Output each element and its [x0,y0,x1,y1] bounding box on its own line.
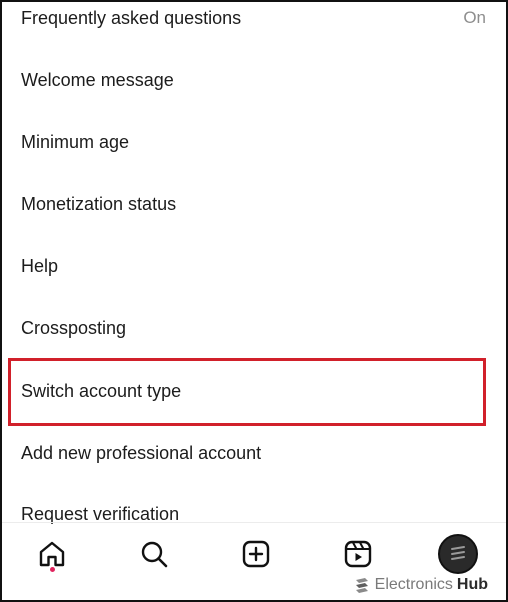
search-icon [141,541,168,568]
switch-account-type-label: Switch account type [21,380,182,401]
switch-account-type-row[interactable]: Switch account type [2,363,506,419]
minimum-age-label: Minimum age [21,131,130,152]
profile-logo-icon [451,546,465,560]
welcome-message-label: Welcome message [21,69,174,90]
avatar [438,534,478,574]
watermark: Electronics Hub [353,576,488,594]
crossposting-label: Crossposting [21,317,127,338]
settings-list: Frequently asked questions On Welcome me… [2,2,506,524]
search-button[interactable] [128,532,180,576]
crossposting-row[interactable]: Crossposting [2,300,506,356]
reels-icon [344,540,372,568]
reels-button[interactable] [332,532,384,576]
home-icon [39,541,65,567]
request-verification-label: Request verification [21,503,180,524]
add-professional-account-label: Add new professional account [21,442,262,463]
add-professional-account-row[interactable]: Add new professional account [2,425,506,481]
faq-status-value: On [463,8,486,27]
request-verification-row[interactable]: Request verification [2,486,506,524]
faq-label: Frequently asked questions [21,7,242,28]
notification-dot [50,567,55,572]
faq-row[interactable]: Frequently asked questions On [2,2,506,46]
monetization-status-row[interactable]: Monetization status [2,176,506,232]
watermark-text-electronics: Electronics [374,576,453,593]
create-post-icon [242,540,270,568]
electronics-hub-logo-icon [355,578,368,593]
screenshot-frame: Frequently asked questions On Welcome me… [0,0,508,602]
monetization-status-label: Monetization status [21,193,177,214]
watermark-text-hub: Hub [456,576,488,593]
create-post-button[interactable] [230,532,282,576]
minimum-age-row[interactable]: Minimum age [2,114,506,170]
help-label: Help [21,255,59,276]
profile-button[interactable] [432,532,484,576]
nav-divider [2,522,506,523]
help-row[interactable]: Help [2,238,506,294]
welcome-message-row[interactable]: Welcome message [2,52,506,108]
